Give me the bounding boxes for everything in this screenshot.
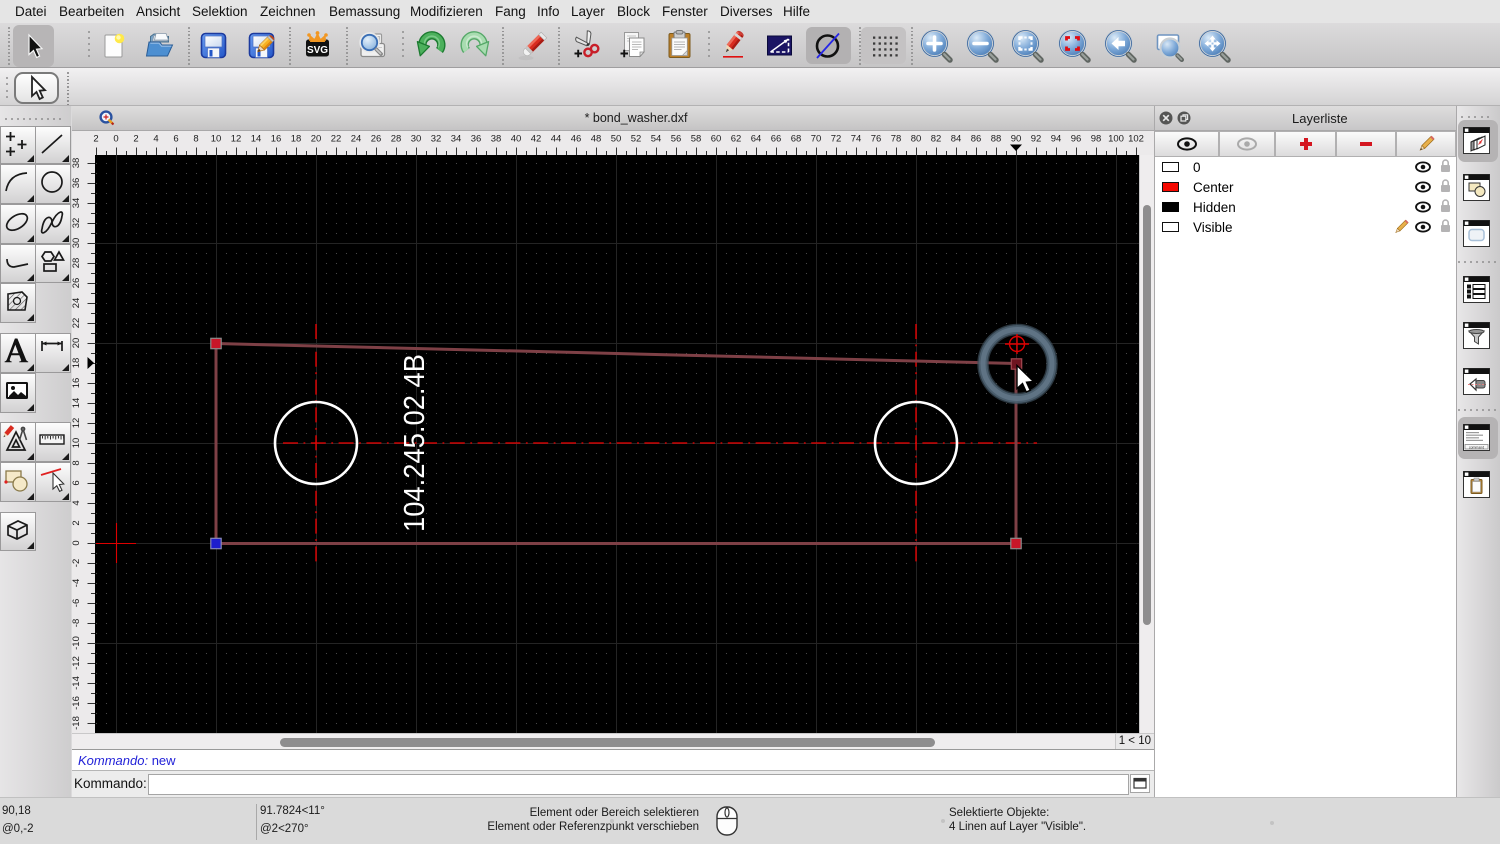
svg-text:20: 20 <box>72 338 82 349</box>
svg-text:54: 54 <box>651 134 662 145</box>
svg-text:46: 46 <box>571 134 582 145</box>
svg-text:42: 42 <box>531 134 542 145</box>
svg-text:8: 8 <box>72 460 82 465</box>
svg-text:104.245.02.4B: 104.245.02.4B <box>399 354 431 532</box>
svg-text:58: 58 <box>691 134 702 145</box>
svg-text:36: 36 <box>72 178 82 189</box>
svg-text:8: 8 <box>193 134 198 145</box>
svg-text:28: 28 <box>72 258 82 269</box>
svg-text:28: 28 <box>391 134 402 145</box>
svg-text:6: 6 <box>173 134 178 145</box>
svg-text:96: 96 <box>1071 134 1082 145</box>
svg-text:82: 82 <box>931 134 942 145</box>
svg-text:76: 76 <box>871 134 882 145</box>
svg-text:78: 78 <box>891 134 902 145</box>
svg-text:-8: -8 <box>72 619 82 627</box>
svg-text:2: 2 <box>72 520 82 525</box>
svg-text:-4: -4 <box>72 579 82 587</box>
svg-text:0: 0 <box>113 134 118 145</box>
svg-text:12: 12 <box>72 418 82 429</box>
svg-text:34: 34 <box>72 198 82 209</box>
svg-text:16: 16 <box>271 134 282 145</box>
svg-text:36: 36 <box>471 134 482 145</box>
svg-text:32: 32 <box>431 134 442 145</box>
svg-text:2: 2 <box>93 134 98 145</box>
svg-text:10: 10 <box>211 134 222 145</box>
svg-text:2: 2 <box>133 134 138 145</box>
svg-text:44: 44 <box>551 134 562 145</box>
svg-text:12: 12 <box>231 134 242 145</box>
svg-text:90: 90 <box>1011 134 1022 145</box>
svg-text:74: 74 <box>851 134 862 145</box>
svg-text:92: 92 <box>1031 134 1042 145</box>
svg-text:50: 50 <box>611 134 622 145</box>
svg-text:26: 26 <box>72 278 82 289</box>
svg-text:command: command <box>1469 445 1484 449</box>
svg-text:-6: -6 <box>72 599 82 607</box>
svg-text:38: 38 <box>491 134 502 145</box>
svg-text:14: 14 <box>72 398 82 409</box>
svg-text:10: 10 <box>72 438 82 449</box>
svg-text:20: 20 <box>311 134 322 145</box>
svg-text:52: 52 <box>631 134 642 145</box>
svg-text:-16: -16 <box>72 696 82 710</box>
svg-text:14: 14 <box>251 134 262 145</box>
svg-text:SVG: SVG <box>306 45 327 56</box>
svg-text:100: 100 <box>1108 134 1124 145</box>
svg-text:98: 98 <box>1091 134 1102 145</box>
svg-text:62: 62 <box>731 134 742 145</box>
svg-text:26: 26 <box>371 134 382 145</box>
svg-text:30: 30 <box>411 134 422 145</box>
svg-text:72: 72 <box>831 134 842 145</box>
svg-text:68: 68 <box>791 134 802 145</box>
svg-text:-18: -18 <box>72 716 82 730</box>
svg-text:94: 94 <box>1051 134 1062 145</box>
svg-text:16: 16 <box>72 378 82 389</box>
svg-text:22: 22 <box>331 134 342 145</box>
svg-text:-12: -12 <box>72 656 82 670</box>
svg-text:88: 88 <box>991 134 1002 145</box>
svg-text:0: 0 <box>72 540 82 545</box>
svg-text:86: 86 <box>971 134 982 145</box>
svg-text:4: 4 <box>72 500 82 505</box>
svg-text:38: 38 <box>72 158 82 169</box>
svg-text:102: 102 <box>1128 134 1144 145</box>
svg-text:30: 30 <box>72 238 82 249</box>
svg-text:40: 40 <box>511 134 522 145</box>
svg-text:24: 24 <box>351 134 362 145</box>
svg-text:60: 60 <box>711 134 722 145</box>
svg-text:4: 4 <box>153 134 158 145</box>
svg-text:6: 6 <box>72 480 82 485</box>
svg-text:-10: -10 <box>72 636 82 650</box>
svg-text:64: 64 <box>751 134 762 145</box>
svg-text:66: 66 <box>771 134 782 145</box>
svg-text:-14: -14 <box>72 676 82 690</box>
svg-text:22: 22 <box>72 318 82 329</box>
svg-text:32: 32 <box>72 218 82 229</box>
svg-text:18: 18 <box>291 134 302 145</box>
svg-text:80: 80 <box>911 134 922 145</box>
svg-text:34: 34 <box>451 134 462 145</box>
svg-text:18: 18 <box>72 358 82 369</box>
svg-text:70: 70 <box>811 134 822 145</box>
svg-text:48: 48 <box>591 134 602 145</box>
svg-text:56: 56 <box>671 134 682 145</box>
svg-text:-2: -2 <box>72 559 82 567</box>
svg-text:24: 24 <box>72 298 82 309</box>
svg-text:84: 84 <box>951 134 962 145</box>
